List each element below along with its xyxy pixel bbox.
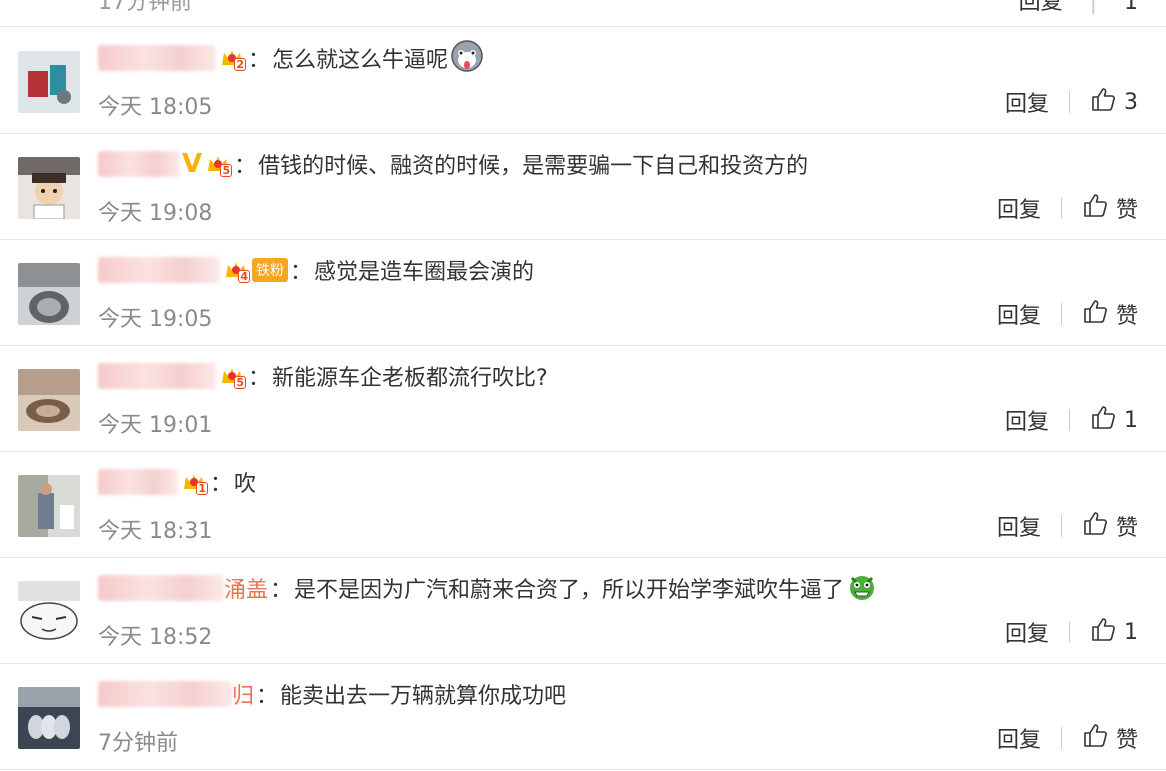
comment-actions: 回复 1 [1005, 403, 1138, 437]
comment-item: 5 ： 新能源车企老板都流行吹比? 今天 19:01 回复 1 [0, 345, 1166, 452]
comment-actions: 回复 赞 [997, 509, 1138, 543]
divider [1060, 303, 1062, 325]
divider [1060, 197, 1062, 219]
vip-crown-icon: 1 [180, 469, 208, 495]
colon: ： [270, 578, 293, 603]
colon: ： [210, 472, 233, 497]
comment-time: 今天 19:08 [98, 201, 213, 226]
username-blurred[interactable] [98, 363, 216, 389]
divider [1069, 409, 1070, 431]
comment-item: 4 铁粉 ： 感觉是造车圈最会演的 今天 19:05 回复 赞 [0, 239, 1166, 346]
vip-crown-icon: 5 [204, 151, 233, 177]
like-label[interactable]: 赞 [1116, 192, 1138, 224]
username-blurred[interactable] [98, 575, 224, 601]
comment-text: 能卖出去一万辆就算你成功吧 [280, 684, 567, 709]
comment-text: 吹 [234, 472, 257, 497]
thumbs-up-icon[interactable] [1082, 192, 1108, 224]
like-count[interactable]: 3 [1124, 90, 1138, 115]
username-tail[interactable]: 涌盖 [224, 572, 268, 604]
comment-text: 借钱的时候、融资的时候，是需要骗一下自己和投资方的 [258, 154, 809, 179]
avatar[interactable] [18, 475, 80, 537]
reply-button[interactable]: 回复 [997, 298, 1041, 330]
reply-button[interactable]: 回复 [997, 510, 1041, 542]
avatar[interactable] [18, 51, 80, 113]
verified-v-icon: V [182, 149, 203, 179]
thumbs-up-icon[interactable] [1082, 722, 1108, 754]
colon: ： [248, 366, 271, 391]
divider [1060, 515, 1062, 537]
comment-actions: 回复 赞 [997, 721, 1138, 755]
divider [1069, 91, 1070, 113]
comment-text: 是不是因为广汽和蔚来合资了，所以开始学李斌吹牛逼了 [294, 578, 845, 603]
reply-button[interactable]: 回复 [1005, 616, 1049, 648]
divider [1069, 621, 1070, 643]
thumbs-up-icon[interactable] [1082, 510, 1108, 542]
husky-emoji-icon [450, 39, 484, 77]
like-label[interactable]: 赞 [1116, 298, 1138, 330]
comment-item: V 5 ： 借钱的时候、融资的时候，是需要骗一下自己和投资方的 今天 19:08… [0, 133, 1166, 240]
like-count[interactable]: 1 [1124, 408, 1138, 433]
vip-crown-icon: 4 [222, 257, 250, 283]
comment-time: 今天 18:31 [98, 519, 213, 544]
reply-button[interactable]: 回复 [1019, 0, 1063, 15]
avatar[interactable] [18, 581, 80, 643]
comment-text: 怎么就这么牛逼呢 [272, 48, 449, 73]
thumbs-up-icon[interactable] [1090, 616, 1116, 648]
comment-actions: 回复 3 [1005, 85, 1138, 119]
avatar[interactable] [18, 687, 80, 749]
colon: ： [248, 48, 271, 73]
username-blurred[interactable] [98, 469, 178, 495]
divider [1060, 727, 1062, 749]
username-blurred[interactable] [98, 45, 216, 71]
avatar[interactable] [18, 157, 80, 219]
reply-button[interactable]: 回复 [1005, 404, 1049, 436]
thumbs-up-icon[interactable] [1082, 298, 1108, 330]
avatar[interactable] [18, 263, 80, 325]
colon: ： [256, 684, 279, 709]
username-blurred[interactable] [98, 681, 232, 707]
comment-time: 今天 19:05 [98, 307, 213, 332]
username-blurred[interactable] [98, 257, 220, 283]
vip-crown-icon: 5 [218, 363, 246, 389]
comment-actions: 回复 赞 [997, 191, 1138, 225]
comment-time: 17分钟前 [98, 0, 192, 15]
comment-text: 新能源车企老板都流行吹比? [272, 366, 548, 391]
like-label[interactable]: 赞 [1116, 722, 1138, 754]
colon: ： [234, 154, 257, 179]
comment-actions: 回复 | 1 [1019, 0, 1138, 16]
comment-actions: 回复 赞 [997, 297, 1138, 331]
vip-crown-icon: 2 [218, 45, 246, 71]
iron-fan-badge: 铁粉 [252, 258, 288, 282]
like-count[interactable]: 1 [1124, 620, 1138, 645]
reply-button[interactable]: 回复 [997, 722, 1041, 754]
previous-comment-fragment: 17分钟前 回复 | 1 [0, 0, 1166, 27]
username-tail[interactable]: 归 [232, 678, 254, 710]
username-blurred[interactable] [98, 151, 180, 177]
comment-actions: 回复 1 [1005, 615, 1138, 649]
reply-button[interactable]: 回复 [1005, 86, 1049, 118]
comment-item: 归 ： 能卖出去一万辆就算你成功吧 7分钟前 回复 赞 [0, 663, 1166, 770]
comment-time: 今天 19:01 [98, 413, 213, 438]
comment-time: 今天 18:05 [98, 95, 213, 120]
like-label[interactable]: 赞 [1116, 510, 1138, 542]
reply-button[interactable]: 回复 [997, 192, 1041, 224]
comment-item: 涌盖 ： 是不是因为广汽和蔚来合资了，所以开始学李斌吹牛逼了 今天 18:52 … [0, 557, 1166, 664]
comment-item: 2 ： 怎么就这么牛逼呢 今天 18:05 回复 3 [0, 27, 1166, 134]
green-monster-emoji-icon [846, 570, 878, 606]
avatar[interactable] [18, 369, 80, 431]
comment-time: 7分钟前 [98, 731, 178, 756]
comment-time: 今天 18:52 [98, 625, 213, 650]
comment-text: 感觉是造车圈最会演的 [314, 260, 535, 285]
thumbs-up-icon[interactable] [1090, 404, 1116, 436]
like-count[interactable]: 1 [1124, 0, 1138, 15]
thumbs-up-icon[interactable] [1090, 86, 1116, 118]
comment-item: 1 ： 吹 今天 18:31 回复 赞 [0, 451, 1166, 558]
colon: ： [290, 260, 313, 285]
